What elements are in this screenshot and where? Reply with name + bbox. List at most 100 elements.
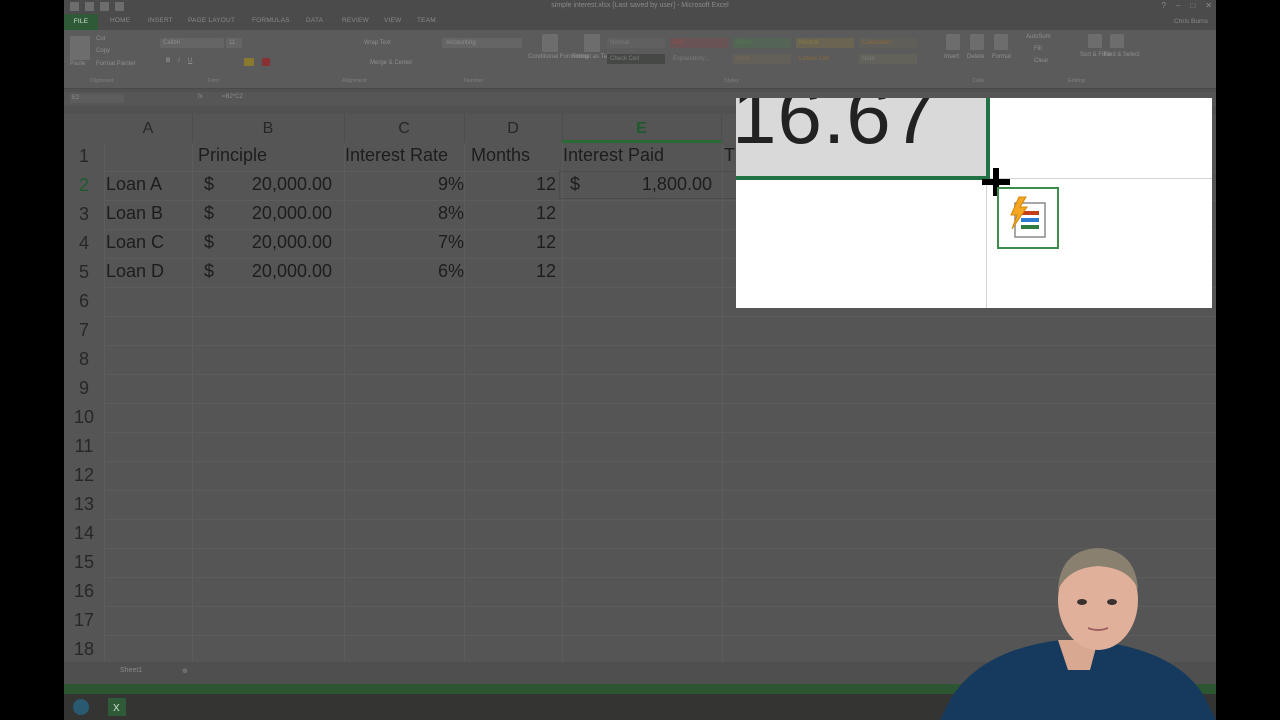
style-explanatory[interactable]: Explanatory...: [670, 54, 728, 64]
format-painter-button[interactable]: Format Painter: [96, 61, 136, 67]
column-header-e[interactable]: E: [562, 114, 722, 143]
format-cells-button[interactable]: Format: [992, 54, 1011, 60]
close-icon[interactable]: ✕: [1205, 1, 1212, 10]
minimize-icon[interactable]: –: [1176, 1, 1180, 10]
row-header[interactable]: 5: [64, 262, 104, 283]
column-header-d[interactable]: D: [464, 114, 563, 143]
row-header[interactable]: 18: [64, 639, 104, 660]
tab-insert[interactable]: INSERT: [148, 17, 173, 24]
help-icon[interactable]: ?: [1162, 1, 1166, 10]
tab-view[interactable]: VIEW: [384, 17, 401, 24]
style-normal[interactable]: Normal: [607, 38, 665, 48]
formula-input[interactable]: =B2*C2: [222, 94, 243, 100]
row-header[interactable]: 6: [64, 291, 104, 312]
conditional-formatting-icon[interactable]: [542, 34, 558, 52]
cell-c3[interactable]: 8%: [364, 203, 464, 224]
tab-page-layout[interactable]: PAGE LAYOUT: [188, 17, 235, 24]
row-header[interactable]: 1: [64, 146, 104, 167]
row-header[interactable]: 16: [64, 581, 104, 602]
cell-d2[interactable]: 12: [484, 174, 556, 195]
row-header[interactable]: 2: [64, 175, 104, 196]
tab-team[interactable]: TEAM: [417, 17, 436, 24]
row-header[interactable]: 11: [64, 436, 104, 457]
tab-file[interactable]: FILE: [64, 14, 98, 30]
format-as-table-icon[interactable]: [584, 34, 600, 52]
tab-data[interactable]: DATA: [306, 17, 323, 24]
cell-c4[interactable]: 7%: [364, 232, 464, 253]
sheet-tab[interactable]: Sheet1: [120, 667, 142, 674]
style-linked-cell[interactable]: Linked Cell: [796, 54, 854, 64]
row-header[interactable]: 17: [64, 610, 104, 631]
cell-d3[interactable]: 12: [484, 203, 556, 224]
autosum-button[interactable]: AutoSum: [1026, 34, 1051, 40]
row-header[interactable]: 14: [64, 523, 104, 544]
fill-color-icon[interactable]: [244, 58, 254, 66]
clear-button[interactable]: Clear: [1034, 58, 1048, 64]
find-select-button[interactable]: Find & Select: [1104, 52, 1140, 58]
sort-filter-icon[interactable]: [1088, 34, 1102, 48]
cell-a2[interactable]: Loan A: [106, 174, 162, 195]
row-header[interactable]: 8: [64, 349, 104, 370]
merge-center-button[interactable]: Merge & Center: [370, 60, 412, 66]
style-good[interactable]: Good: [733, 38, 791, 48]
style-neutral[interactable]: Neutral: [796, 38, 854, 48]
underline-button[interactable]: U: [188, 58, 192, 64]
font-color-icon[interactable]: [262, 58, 270, 66]
wrap-text-button[interactable]: Wrap Text: [364, 40, 391, 46]
user-name[interactable]: Chris Burns: [1174, 18, 1208, 25]
cut-button[interactable]: Cut: [96, 36, 105, 42]
row-header[interactable]: 4: [64, 233, 104, 254]
paste-button[interactable]: [70, 36, 90, 60]
tab-home[interactable]: HOME: [110, 17, 130, 24]
cell-b4[interactable]: 20,000.00: [224, 232, 332, 253]
cell-f1[interactable]: T: [724, 145, 735, 166]
cell-d1[interactable]: Months: [471, 145, 530, 166]
delete-cells-button[interactable]: Delete: [967, 54, 984, 60]
cell-a4[interactable]: Loan C: [106, 232, 164, 253]
name-box[interactable]: E2: [70, 94, 124, 103]
add-sheet-icon[interactable]: ⊕: [182, 667, 188, 675]
style-check-cell[interactable]: Check Cell: [607, 54, 665, 64]
fx-icon[interactable]: fx: [198, 94, 203, 100]
flash-fill-icon[interactable]: [997, 187, 1059, 249]
cell-c2[interactable]: 9%: [364, 174, 464, 195]
column-header-b[interactable]: B: [192, 114, 345, 143]
row-header[interactable]: 15: [64, 552, 104, 573]
column-header-c[interactable]: C: [344, 114, 465, 143]
tab-formulas[interactable]: FORMULAS: [252, 17, 290, 24]
row-header[interactable]: 10: [64, 407, 104, 428]
cell-e1[interactable]: Interest Paid: [563, 145, 664, 166]
bold-button[interactable]: B: [166, 58, 170, 64]
insert-cells-icon[interactable]: [946, 34, 960, 50]
cell-d5[interactable]: 12: [484, 261, 556, 282]
cell-c5[interactable]: 6%: [364, 261, 464, 282]
cell-c1[interactable]: Interest Rate: [345, 145, 448, 166]
start-button-icon[interactable]: [72, 698, 90, 716]
insert-cells-button[interactable]: Insert: [944, 54, 959, 60]
row-header[interactable]: 12: [64, 465, 104, 486]
find-select-icon[interactable]: [1110, 34, 1124, 48]
format-cells-icon[interactable]: [994, 34, 1008, 50]
cell-a5[interactable]: Loan D: [106, 261, 164, 282]
cell-b5[interactable]: 20,000.00: [224, 261, 332, 282]
row-header[interactable]: 9: [64, 378, 104, 399]
style-calculation[interactable]: Calculation: [859, 38, 917, 48]
cell-d4[interactable]: 12: [484, 232, 556, 253]
restore-icon[interactable]: □: [1190, 1, 1195, 10]
italic-button[interactable]: I: [178, 58, 180, 64]
cell-a3[interactable]: Loan B: [106, 203, 163, 224]
cell-b3[interactable]: 20,000.00: [224, 203, 332, 224]
column-header-a[interactable]: A: [104, 114, 193, 143]
style-input[interactable]: Input: [733, 54, 791, 64]
style-note[interactable]: Note: [859, 54, 917, 64]
cell-b2[interactable]: 20,000.00: [224, 174, 332, 195]
row-header[interactable]: 3: [64, 204, 104, 225]
row-header[interactable]: 7: [64, 320, 104, 341]
tab-review[interactable]: REVIEW: [342, 17, 369, 24]
style-bad[interactable]: Bad: [670, 38, 728, 48]
excel-taskbar-icon[interactable]: X: [108, 698, 126, 716]
copy-button[interactable]: Copy: [96, 48, 110, 54]
delete-cells-icon[interactable]: [970, 34, 984, 50]
cell-b1[interactable]: Principle: [198, 145, 267, 166]
cell-e2[interactable]: 1,800.00: [604, 174, 712, 195]
